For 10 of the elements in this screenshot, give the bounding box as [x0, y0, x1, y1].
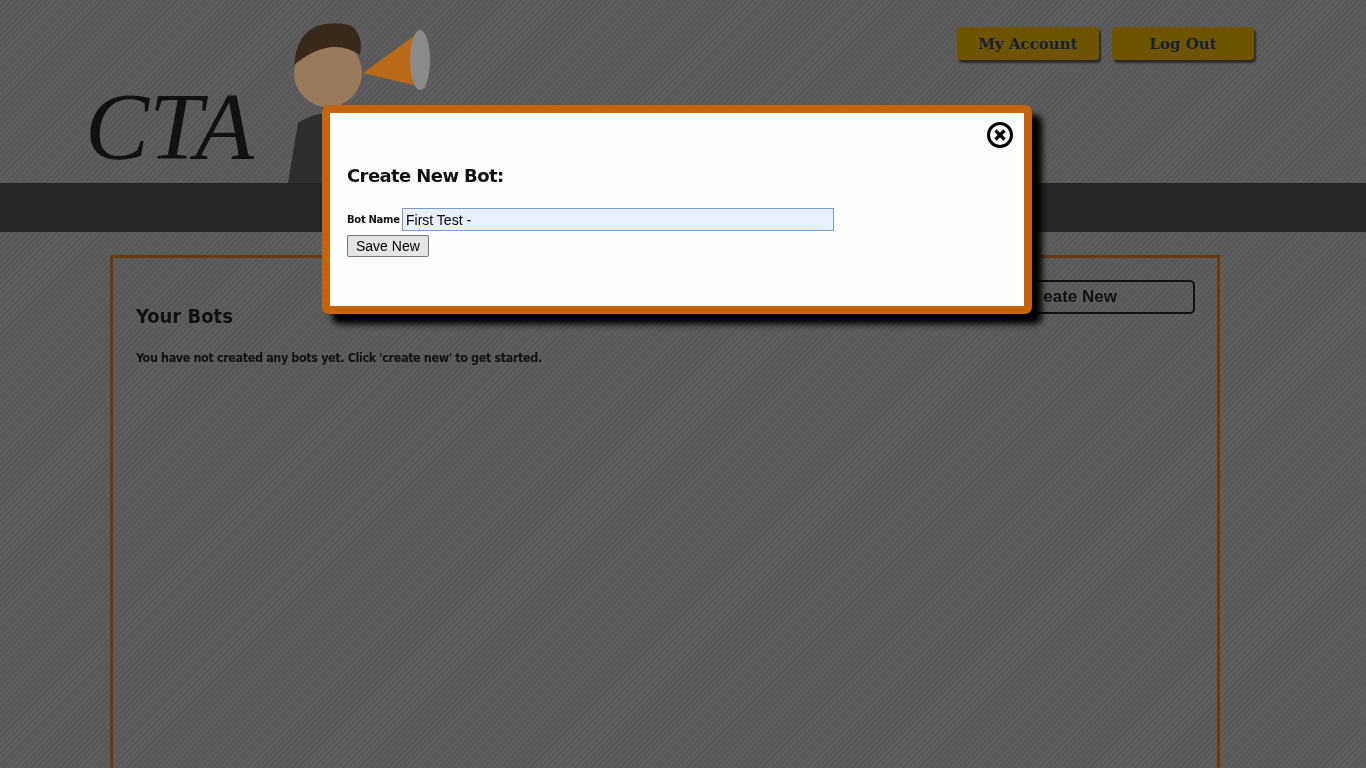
nav-button[interactable]: Log Out: [1112, 27, 1254, 60]
logo-text: CTA: [85, 79, 254, 175]
nav-button[interactable]: My Account: [957, 27, 1099, 60]
close-icon[interactable]: [986, 121, 1014, 149]
empty-message: You have not created any bots yet. Click 'create new' to get started.: [136, 350, 543, 365]
save-new-button[interactable]: Save New: [347, 235, 429, 257]
modal-title: Create New Bot:: [347, 165, 505, 186]
bot-name-field[interactable]: First Test -: [402, 208, 834, 231]
field-label: Bot Name: [347, 214, 401, 225]
section-title: Your Bots: [136, 304, 234, 328]
